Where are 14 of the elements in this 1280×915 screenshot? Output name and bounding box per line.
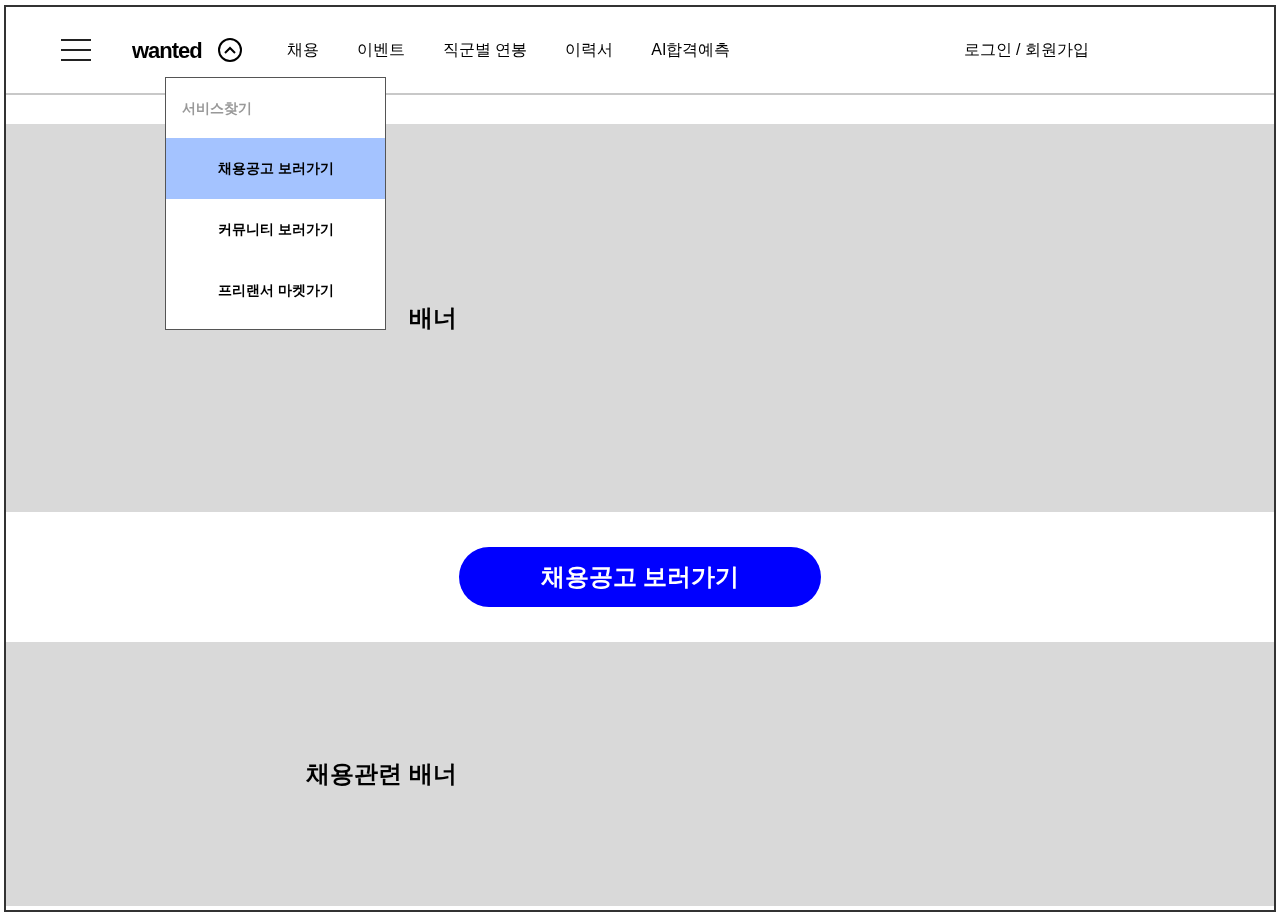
nav-link[interactable]: 이벤트 bbox=[356, 38, 405, 62]
banner-label: 배너 bbox=[409, 303, 457, 333]
chevron-icon[interactable] bbox=[217, 38, 242, 62]
logo[interactable]: wanted bbox=[132, 33, 202, 67]
cta-button[interactable]: 채용공고 보러가기 bbox=[459, 547, 821, 607]
menu-icon[interactable] bbox=[61, 39, 91, 61]
nav-link[interactable]: AI합격예측 bbox=[651, 38, 731, 62]
nav-link[interactable]: 채용 bbox=[286, 38, 319, 62]
dropdown-title: 서비스찾기 bbox=[181, 98, 253, 118]
nav-link[interactable]: 직군별 연봉 bbox=[442, 38, 528, 62]
banner-label: 채용관련 배너 bbox=[306, 759, 457, 789]
login-link[interactable]: 로그인 / 회원가입 bbox=[963, 38, 1089, 62]
nav-link[interactable]: 이력서 bbox=[565, 38, 614, 62]
dropdown-item[interactable]: 채용공고 보러가기 bbox=[166, 138, 385, 199]
